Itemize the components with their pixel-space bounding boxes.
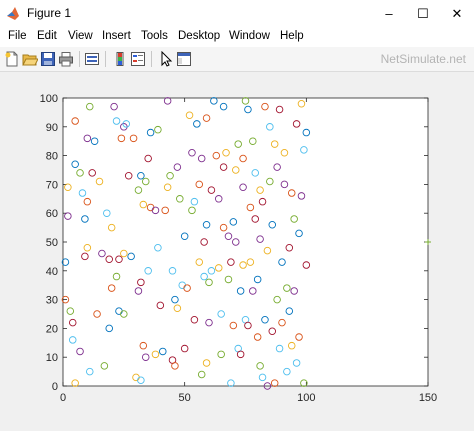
x-tick-label: 0 [60,392,66,404]
y-tick-label: 40 [46,266,58,278]
y-tick-label: 100 [40,93,58,105]
new-figure-icon[interactable] [4,51,20,67]
insert-colorbar-icon[interactable] [112,51,128,67]
menu-view[interactable]: View [68,30,93,42]
minimize-button[interactable]: – [372,0,406,27]
y-tick-label: 90 [46,122,58,134]
menu-window[interactable]: Window [229,30,270,42]
menu-desktop[interactable]: Desktop [178,30,220,42]
print-icon[interactable] [58,51,74,67]
watermark: NetSimulate.net [380,52,466,66]
window-title: Figure 1 [27,6,72,20]
y-tick-label: 80 [46,151,58,163]
insert-legend-icon[interactable] [130,51,146,67]
toolbar: NetSimulate.net [0,47,474,72]
maximize-icon: ☐ [417,5,429,21]
menu-file[interactable]: File [8,30,27,42]
toolbar-separator [105,51,106,67]
menu-edit[interactable]: Edit [37,30,57,42]
edit-plot-icon[interactable] [158,51,174,67]
y-tick-label: 10 [46,352,58,364]
property-inspector-icon[interactable] [176,51,192,67]
close-button[interactable]: ✕ [440,0,474,27]
minimize-icon: – [385,6,393,21]
x-tick-label: 150 [419,392,437,404]
open-file-icon[interactable] [22,51,38,67]
y-tick-label: 50 [46,237,58,249]
x-tick-label: 50 [179,392,191,404]
x-tick-label: 100 [297,392,315,404]
y-tick-label: 70 [46,179,58,191]
link-plot-icon[interactable] [84,51,100,67]
y-tick-label: 0 [52,381,58,393]
menu-tools[interactable]: Tools [141,30,168,42]
y-tick-label: 60 [46,208,58,220]
figure-canvas: 0 50 100 150 0 10 20 30 40 50 60 70 80 90 100 [0,72,474,426]
matlab-icon [7,7,19,20]
toolbar-separator [79,51,80,67]
maximize-button[interactable]: ☐ [406,0,440,27]
title-bar: Figure 1 – ☐ ✕ [0,0,474,27]
menu-help[interactable]: Help [280,30,304,42]
menu-bar: File Edit View Insert Tools Desktop Wind… [0,27,474,47]
close-icon: ✕ [451,5,463,21]
scatter-chart[interactable]: 0 50 100 150 0 10 20 30 40 50 60 70 80 90 100 [0,72,474,426]
plot-area [62,97,429,387]
toolbar-separator [151,51,152,67]
y-tick-label: 30 [46,295,58,307]
y-tick-label: 20 [46,323,58,335]
menu-insert[interactable]: Insert [102,30,131,42]
save-icon[interactable] [40,51,56,67]
